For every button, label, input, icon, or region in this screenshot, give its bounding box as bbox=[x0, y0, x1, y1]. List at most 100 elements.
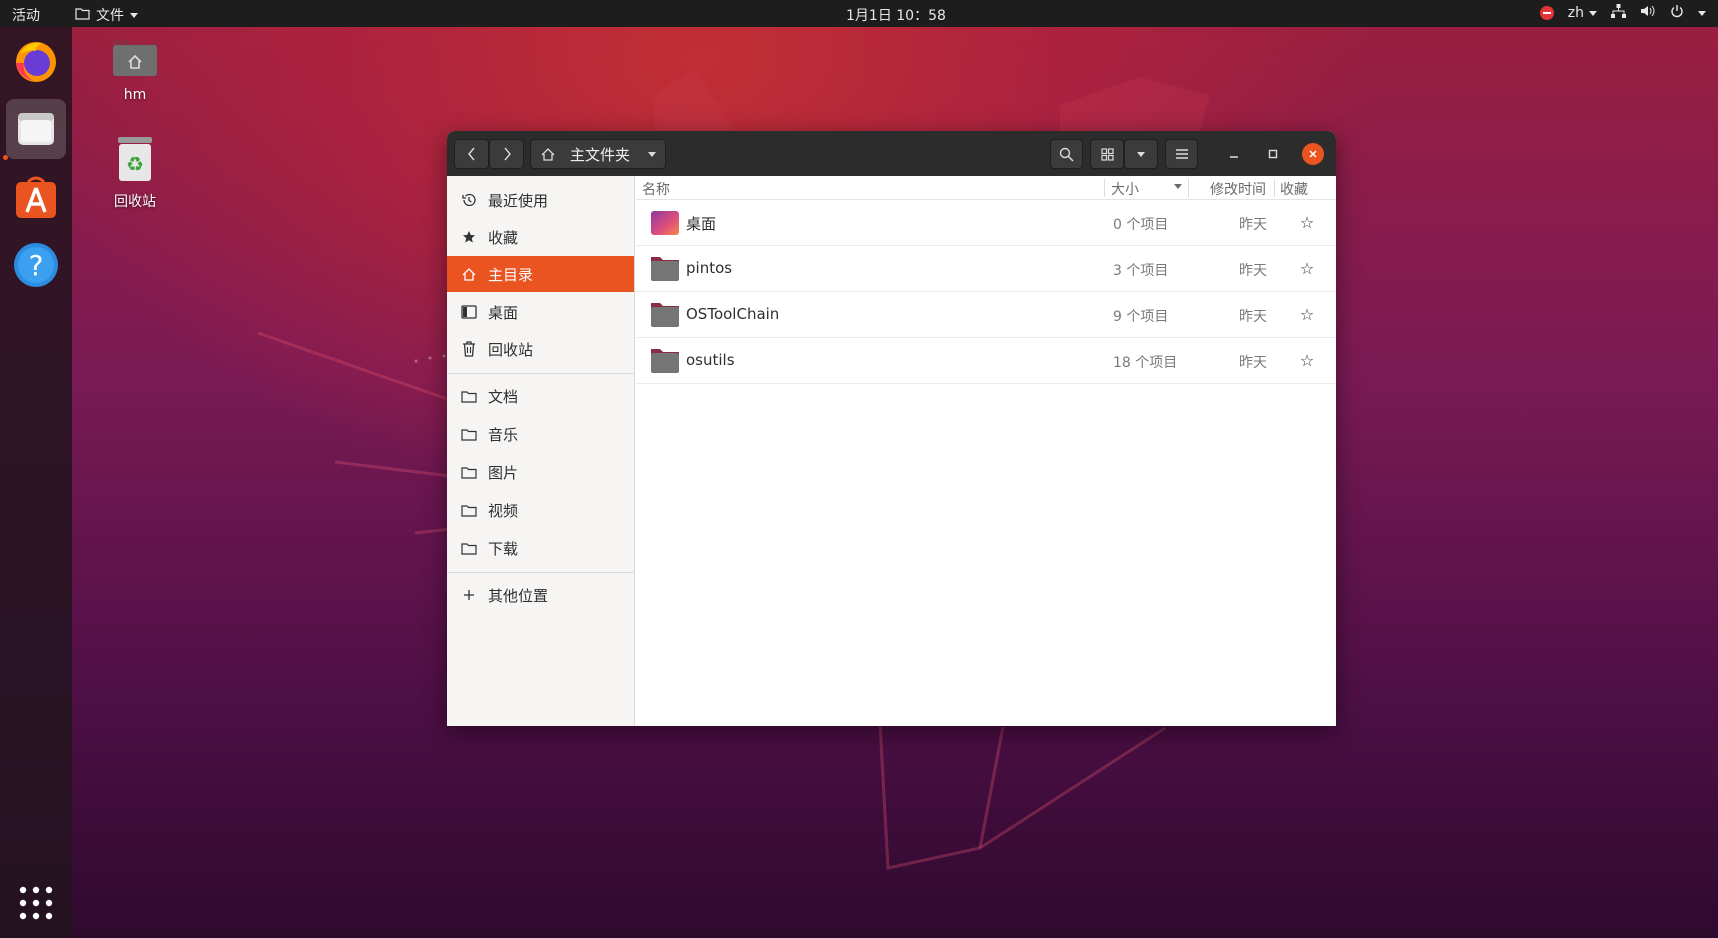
desktop-icon-home[interactable]: hm bbox=[95, 35, 175, 103]
sidebar-item-label: 主目录 bbox=[488, 265, 534, 284]
grid-view-icon bbox=[1100, 147, 1114, 161]
trash-icon: ♻ bbox=[118, 137, 152, 181]
file-manager-window: 主文件夹 最近使用 收藏 主目录 桌面 回收站 文档 音乐 图片 视频 下载 其… bbox=[447, 131, 1336, 726]
sidebar-item-documents[interactable]: 文档 bbox=[447, 378, 634, 414]
file-list: 名称 大小 修改时间 收藏 桌面 0 个项目 昨天 ☆ pintos 3 个项目 bbox=[636, 176, 1336, 726]
folder-icon bbox=[460, 425, 478, 443]
header-bar: 主文件夹 bbox=[447, 131, 1336, 176]
desktop-icon-trash[interactable]: ♻ 回收站 bbox=[95, 135, 175, 211]
trash-icon bbox=[460, 340, 478, 358]
column-header: 名称 大小 修改时间 收藏 bbox=[636, 176, 1336, 200]
sidebar-item-videos[interactable]: 视频 bbox=[447, 492, 634, 528]
activities-button[interactable]: 活动 bbox=[12, 5, 40, 25]
sidebar-item-home[interactable]: 主目录 bbox=[447, 256, 634, 292]
table-row[interactable]: osutils 18 个项目 昨天 ☆ bbox=[636, 338, 1336, 384]
sidebar-item-label: 音乐 bbox=[488, 425, 519, 444]
file-name: osutils bbox=[686, 351, 735, 369]
plus-icon bbox=[460, 586, 478, 604]
clock-icon bbox=[460, 191, 478, 209]
back-button[interactable] bbox=[454, 139, 489, 169]
software-center-icon bbox=[16, 176, 56, 218]
sidebar-item-label: 回收站 bbox=[488, 340, 534, 359]
chevron-down-icon bbox=[130, 12, 138, 18]
sidebar-item-music[interactable]: 音乐 bbox=[447, 416, 634, 452]
top-bar: 活动 文件 1月1日 10：58 zh bbox=[0, 0, 1718, 27]
minimize-button[interactable] bbox=[1219, 139, 1249, 169]
column-modified[interactable]: 修改时间 bbox=[1210, 179, 1266, 199]
language-selector[interactable]: zh bbox=[1568, 5, 1597, 21]
sidebar-item-label: 图片 bbox=[488, 463, 519, 482]
folder-icon bbox=[651, 303, 679, 327]
chevron-right-icon bbox=[503, 147, 511, 161]
table-row[interactable]: pintos 3 个项目 昨天 ☆ bbox=[636, 246, 1336, 292]
path-bar[interactable]: 主文件夹 bbox=[530, 139, 666, 169]
file-name: pintos bbox=[686, 259, 733, 277]
file-size: 3 个项目 bbox=[1113, 263, 1169, 279]
sidebar-item-desktop[interactable]: 桌面 bbox=[447, 294, 634, 330]
sidebar-item-other-locations[interactable]: 其他位置 bbox=[447, 577, 634, 613]
forward-button[interactable] bbox=[489, 139, 524, 169]
column-size[interactable]: 大小 bbox=[1111, 179, 1139, 199]
star-toggle-icon[interactable]: ☆ bbox=[1297, 350, 1317, 370]
hamburger-icon bbox=[1175, 149, 1188, 159]
sort-descending-icon bbox=[1174, 184, 1182, 189]
app-grid-icon bbox=[19, 886, 53, 920]
close-button[interactable] bbox=[1298, 139, 1328, 169]
star-icon bbox=[460, 228, 478, 246]
show-applications-button[interactable] bbox=[6, 873, 66, 933]
desktop-icon-label: 回收站 bbox=[114, 194, 156, 210]
software-center-launcher[interactable] bbox=[6, 167, 66, 227]
help-launcher[interactable]: ? bbox=[6, 235, 66, 295]
star-toggle-icon[interactable]: ☆ bbox=[1297, 304, 1317, 324]
menu-button[interactable] bbox=[1165, 139, 1198, 169]
do-not-disturb-icon[interactable] bbox=[1539, 6, 1554, 20]
folder-icon bbox=[460, 539, 478, 557]
column-name[interactable]: 名称 bbox=[642, 179, 670, 199]
maximize-icon bbox=[1268, 149, 1278, 159]
desktop-icon-label: hm bbox=[123, 87, 147, 103]
star-toggle-icon[interactable]: ☆ bbox=[1297, 258, 1317, 278]
column-starred[interactable]: 收藏 bbox=[1280, 179, 1308, 199]
sidebar-item-recent[interactable]: 最近使用 bbox=[447, 182, 634, 218]
sidebar-item-pictures[interactable]: 图片 bbox=[447, 454, 634, 490]
table-row[interactable]: OSToolChain 9 个项目 昨天 ☆ bbox=[636, 292, 1336, 338]
sidebar-item-label: 桌面 bbox=[488, 303, 519, 322]
help-icon: ? bbox=[14, 243, 58, 287]
folder-icon bbox=[75, 7, 90, 24]
svg-text:?: ? bbox=[29, 249, 44, 282]
sidebar-item-downloads[interactable]: 下载 bbox=[447, 530, 634, 566]
places-sidebar: 最近使用 收藏 主目录 桌面 回收站 文档 音乐 图片 视频 下载 其他位置 bbox=[447, 176, 635, 726]
file-modified: 昨天 bbox=[1239, 217, 1267, 233]
power-icon[interactable] bbox=[1670, 4, 1684, 22]
clock[interactable]: 1月1日 10：58 bbox=[846, 5, 946, 25]
sidebar-item-label: 其他位置 bbox=[488, 586, 549, 605]
view-mode-button[interactable] bbox=[1090, 139, 1124, 169]
app-menu[interactable]: 文件 bbox=[75, 5, 138, 25]
maximize-button[interactable] bbox=[1258, 139, 1288, 169]
close-icon bbox=[1302, 143, 1324, 165]
running-indicator bbox=[3, 155, 8, 160]
table-row[interactable]: 桌面 0 个项目 昨天 ☆ bbox=[636, 200, 1336, 246]
file-modified: 昨天 bbox=[1239, 263, 1267, 279]
sidebar-item-trash[interactable]: 回收站 bbox=[447, 331, 634, 367]
file-size: 18 个项目 bbox=[1113, 355, 1178, 371]
network-icon[interactable] bbox=[1611, 4, 1626, 22]
file-modified: 昨天 bbox=[1239, 355, 1267, 371]
file-modified: 昨天 bbox=[1239, 309, 1267, 325]
file-name: OSToolChain bbox=[686, 305, 780, 323]
volume-icon[interactable] bbox=[1640, 4, 1656, 22]
star-toggle-icon[interactable]: ☆ bbox=[1297, 212, 1317, 232]
files-launcher[interactable] bbox=[6, 99, 66, 159]
search-button[interactable] bbox=[1050, 139, 1083, 169]
column-divider bbox=[1188, 179, 1189, 197]
view-options-button[interactable] bbox=[1124, 139, 1158, 169]
sidebar-item-starred[interactable]: 收藏 bbox=[447, 219, 634, 255]
home-icon bbox=[541, 147, 555, 161]
sidebar-item-label: 收藏 bbox=[488, 228, 519, 247]
folder-icon bbox=[460, 463, 478, 481]
chevron-down-icon[interactable] bbox=[1698, 10, 1706, 16]
files-icon bbox=[18, 113, 54, 145]
column-divider bbox=[1104, 179, 1105, 197]
column-divider bbox=[1274, 179, 1275, 197]
firefox-launcher[interactable] bbox=[6, 31, 66, 91]
